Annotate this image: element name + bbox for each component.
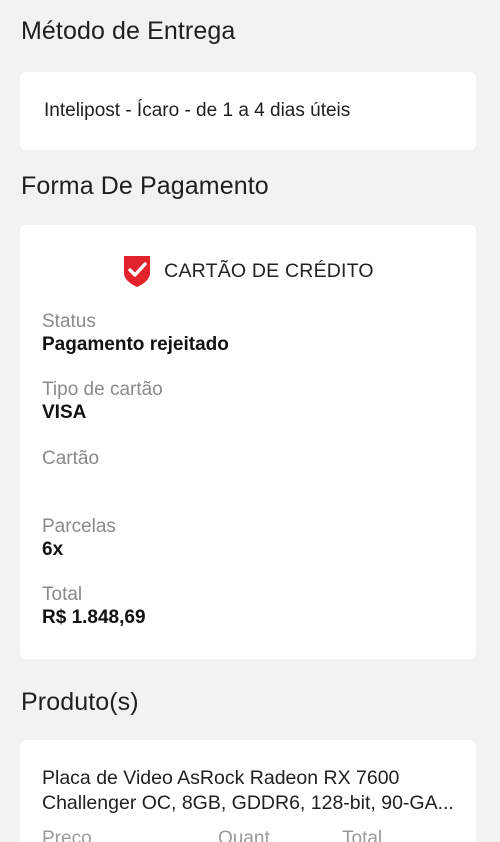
payment-card: CARTÃO DE CRÉDITO Status Pagamento rejei… [20,225,476,659]
payment-method-label: CARTÃO DE CRÉDITO [164,259,374,282]
payment-method-row: CARTÃO DE CRÉDITO [20,253,476,289]
status-label: Status [42,311,96,332]
total-field: Total R$ 1.848,69 [42,584,146,630]
payment-section-title: Forma De Pagamento [21,172,269,200]
card-number-field: Cartão [42,448,99,470]
installments-label: Parcelas [42,516,116,537]
quantity-column-label: Quant. [218,828,276,842]
products-section-title: Produto(s) [21,688,139,716]
total-column-label: Total [342,828,383,842]
delivery-method-text: Intelipost - Ícaro - de 1 a 4 dias úteis [44,100,351,121]
installments-value: 6x [42,539,64,560]
product-name[interactable]: Placa de Video AsRock Radeon RX 7600 Cha… [42,766,462,816]
delivery-section-title: Método de Entrega [21,17,236,45]
status-field: Status Pagamento rejeitado [42,311,229,357]
total-value: R$ 1.848,69 [42,607,146,628]
price-column-label: Preço [42,828,92,842]
card-type-field: Tipo de cartão VISA [42,379,163,425]
status-value: Pagamento rejeitado [42,334,229,355]
card-type-label: Tipo de cartão [42,379,163,400]
shield-check-icon [124,256,151,287]
card-number-label: Cartão [42,448,100,469]
delivery-card: Intelipost - Ícaro - de 1 a 4 dias úteis [20,72,476,150]
product-card[interactable]: Placa de Video AsRock Radeon RX 7600 Cha… [20,740,476,842]
order-details-screen: Método de Entrega Intelipost - Ícaro - d… [0,0,500,842]
installments-field: Parcelas 6x [42,516,116,562]
card-type-value: VISA [42,402,87,423]
total-label: Total [42,584,83,605]
